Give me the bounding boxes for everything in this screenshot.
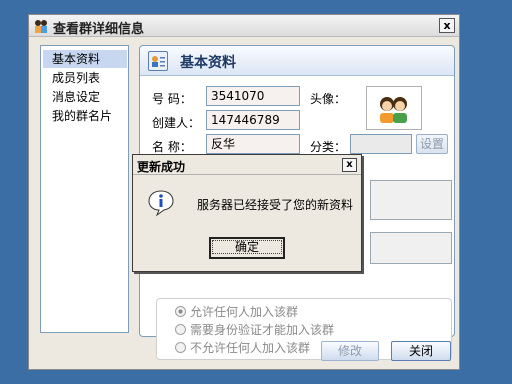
close-button[interactable]: 关闭	[391, 341, 451, 361]
group-description-area[interactable]	[370, 180, 452, 220]
radio-selected-icon	[175, 306, 186, 317]
profile-card-icon	[148, 51, 168, 71]
update-success-dialog: 更新成功 x 服务器已经接受了您的新资料 确定	[132, 154, 362, 272]
dialog-message: 服务器已经接受了您的新资料	[197, 198, 354, 212]
nav-item-my-group-card[interactable]: 我的群名片	[43, 107, 127, 125]
radio-allow-anyone[interactable]: 允许任何人加入该群	[175, 303, 298, 320]
window-title: 查看群详细信息	[53, 22, 145, 37]
nav-item-basic-info[interactable]: 基本资料	[43, 50, 127, 68]
creator-field[interactable]: 147446789	[206, 110, 300, 130]
group-name-field[interactable]: 反华	[206, 134, 300, 154]
radio-disallow-all[interactable]: 不允许任何人加入该群	[175, 339, 310, 356]
radio-icon	[175, 342, 186, 353]
group-icon	[33, 18, 49, 34]
radio-icon	[175, 324, 186, 335]
nav-item-message-settings[interactable]: 消息设定	[43, 88, 127, 106]
group-number-field[interactable]: 3541070	[206, 86, 300, 106]
ok-button[interactable]: 确定	[209, 237, 285, 259]
category-field[interactable]	[350, 134, 412, 154]
sidebar-nav: 基本资料 成员列表 消息设定 我的群名片	[40, 45, 129, 333]
group-avatar[interactable]	[366, 86, 422, 130]
dialog-title-bar[interactable]: 更新成功 x	[133, 155, 361, 175]
avatar-label: 头像：	[310, 92, 347, 106]
category-settings-button[interactable]: 设置	[416, 134, 448, 154]
creator-label: 创建人：	[152, 116, 201, 130]
category-label: 分类：	[310, 140, 347, 154]
radio-require-verification[interactable]: 需要身份验证才能加入该群	[175, 321, 334, 338]
title-bar[interactable]: 查看群详细信息 x	[29, 15, 459, 37]
dialog-close-icon[interactable]: x	[342, 158, 357, 172]
panel-title: 基本资料	[180, 55, 236, 71]
name-label: 名 称：	[152, 140, 192, 154]
info-icon	[147, 189, 175, 217]
close-icon[interactable]: x	[439, 18, 455, 33]
group-announcement-area[interactable]	[370, 232, 452, 264]
panel-header: 基本资料	[140, 46, 454, 76]
nav-item-member-list[interactable]: 成员列表	[43, 69, 127, 87]
group-number-label: 号 码：	[152, 92, 192, 106]
modify-button[interactable]: 修改	[321, 341, 379, 361]
dialog-title: 更新成功	[137, 160, 186, 174]
